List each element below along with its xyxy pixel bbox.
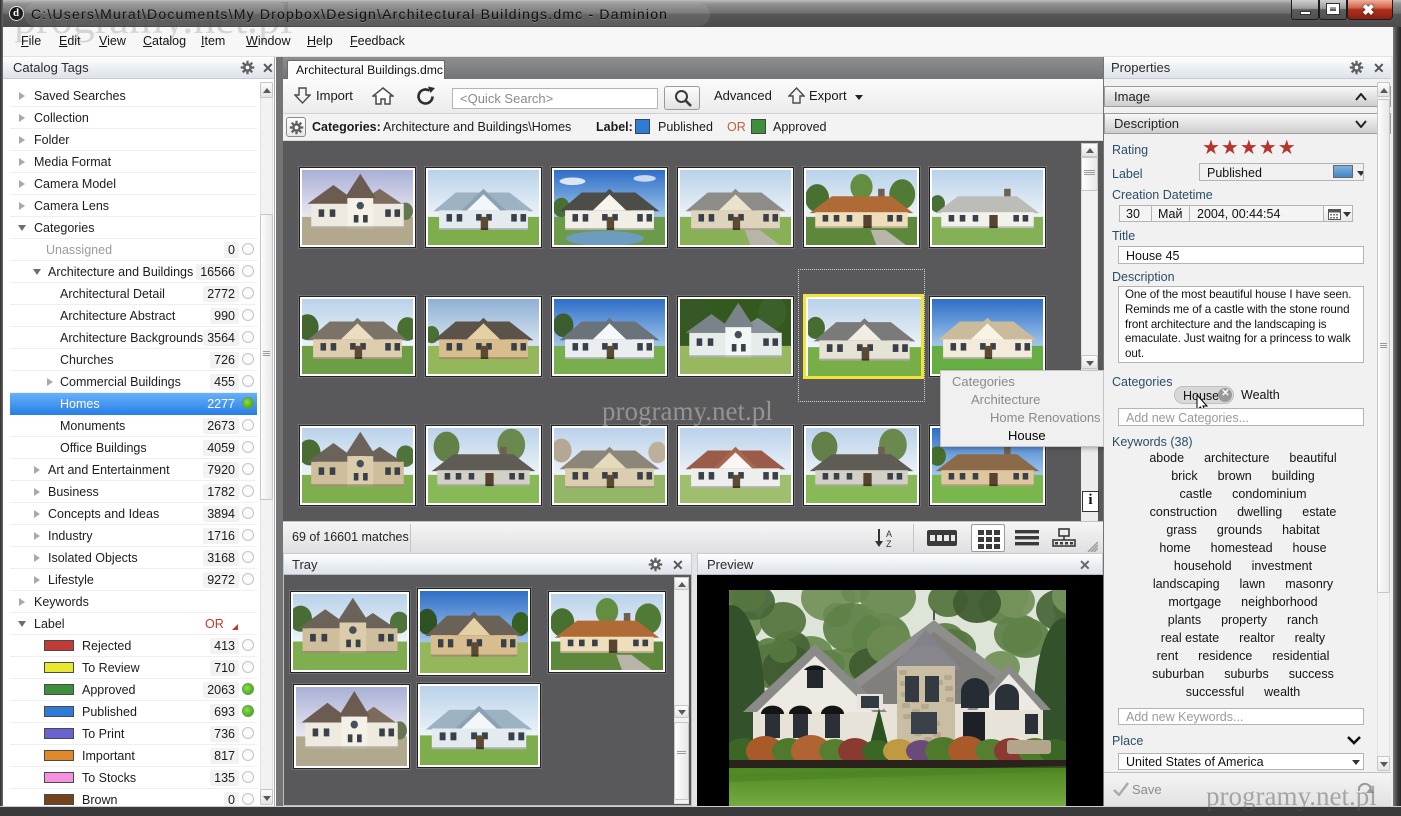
svg-text:A: A [886, 529, 892, 539]
svg-text:Z: Z [886, 539, 892, 549]
